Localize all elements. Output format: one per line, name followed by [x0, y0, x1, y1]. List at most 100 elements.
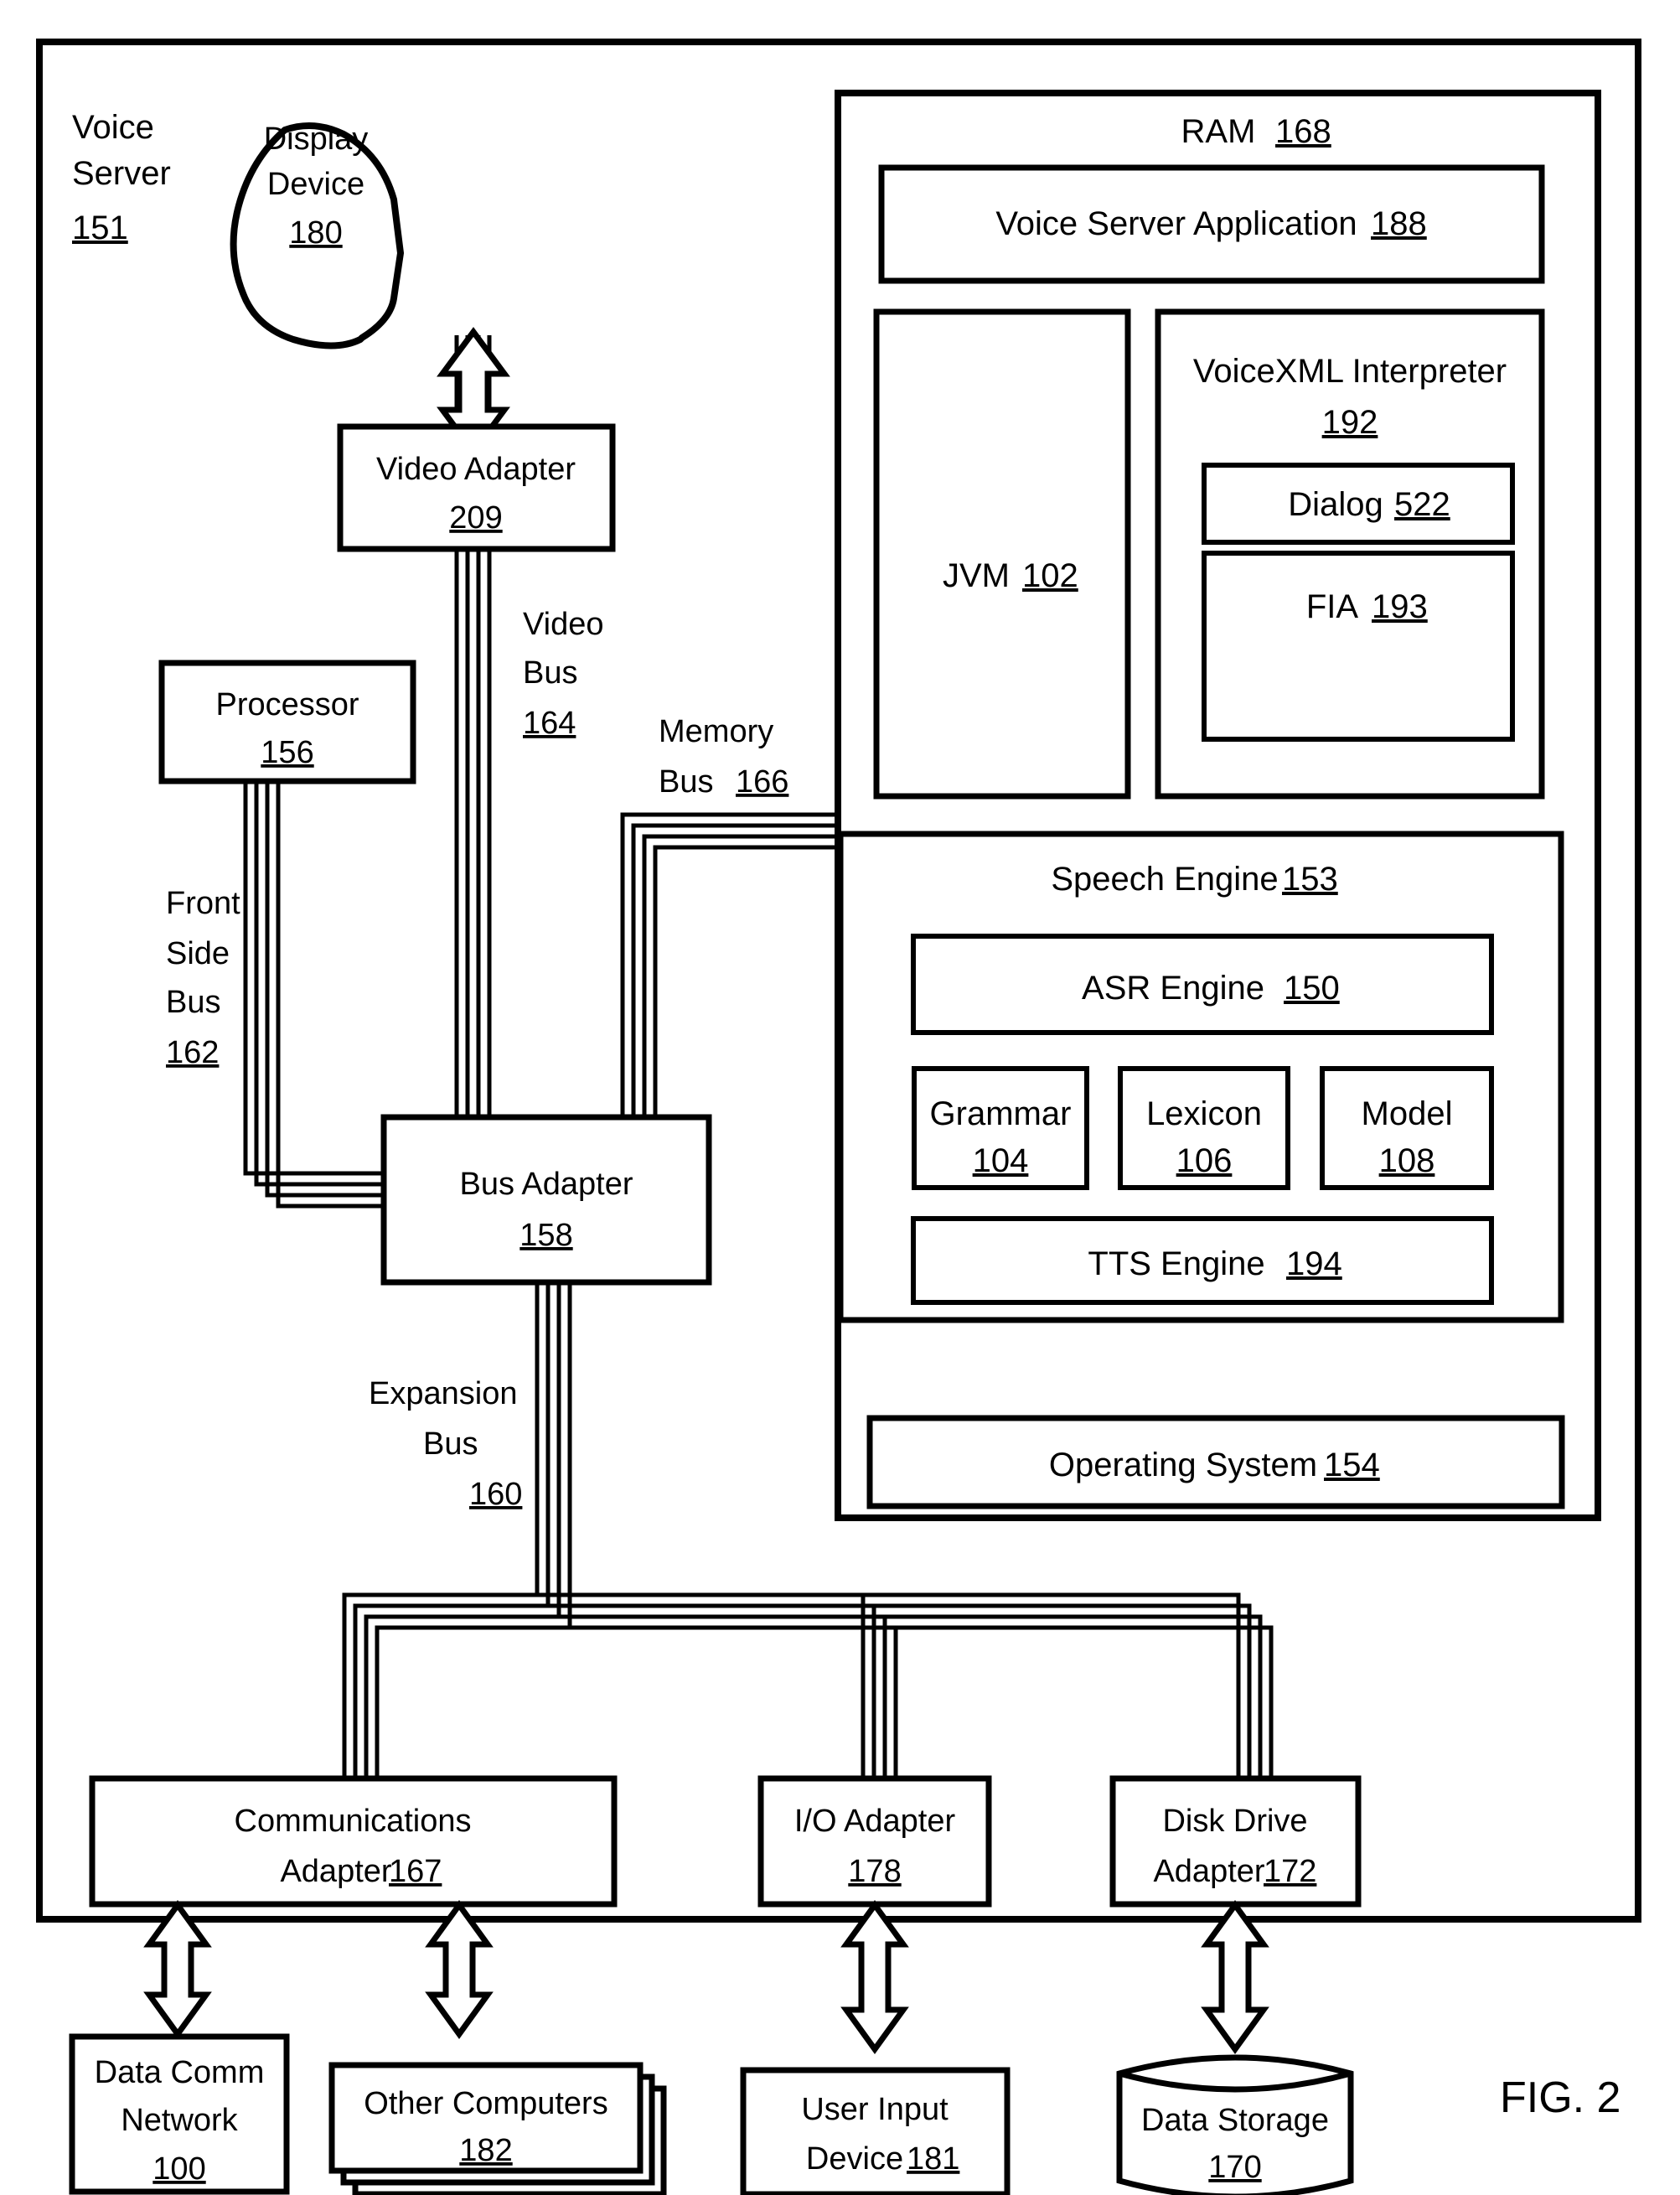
voice-server-application-box: Voice Server Application 188	[878, 164, 1545, 284]
communications-adapter-box: Communications Adapter 167	[89, 1775, 618, 1908]
lexicon-ref: 106	[1176, 1142, 1233, 1179]
tts-engine-ref: 194	[1286, 1245, 1342, 1282]
svg-text:Video: Video	[523, 607, 604, 642]
data-storage-label: Data Storage	[1141, 2103, 1329, 2138]
processor-ref: 156	[261, 735, 313, 770]
grammar-box: Grammar 104	[912, 1066, 1089, 1190]
other-computers-ref: 182	[459, 2133, 512, 2168]
io-adapter-label: I/O Adapter	[794, 1804, 956, 1839]
disk-drive-adapter-ref: 172	[1264, 1854, 1316, 1889]
comm-adapter-to-network-arrow	[143, 1900, 212, 2039]
bus-adapter-label: Bus Adapter	[459, 1167, 633, 1202]
video-adapter-box: Video Adapter 209	[337, 423, 616, 552]
tts-engine-box: TTS Engine 194	[911, 1216, 1494, 1305]
figure-2-voice-server-block-diagram: Voice Server 151 Display Device 180 Vide…	[36, 39, 1641, 2195]
video-adapter-ref: 209	[449, 500, 502, 536]
comm-adapter-to-other-computers-arrow	[425, 1900, 494, 2039]
dialog-label: Dialog	[1288, 486, 1383, 523]
tts-engine-label: TTS Engine	[1088, 1245, 1264, 1282]
video-adapter-label: Video Adapter	[376, 452, 576, 487]
user-input-device-label-line2: Device	[806, 2141, 903, 2177]
display-device: Display Device 180	[230, 122, 405, 349]
svg-text:Memory: Memory	[659, 714, 773, 749]
data-comm-network-label-line2: Network	[121, 2103, 238, 2138]
operating-system-ref: 154	[1324, 1447, 1380, 1483]
operating-system-box: Operating System 154	[866, 1415, 1565, 1509]
display-device-ref: 180	[289, 215, 342, 251]
svg-text:Bus: Bus	[166, 985, 220, 1020]
user-input-device-box: User Input Device 181	[740, 2067, 1011, 2195]
voice-server-title: Voice Server 151	[72, 109, 171, 246]
communications-adapter-label-line1: Communications	[235, 1804, 472, 1839]
bus-adapter-box: Bus Adapter 158	[380, 1114, 712, 1286]
svg-text:164: 164	[523, 706, 576, 741]
fia-box: FIA 193	[1202, 551, 1515, 742]
voice-server-ref: 151	[72, 210, 128, 246]
voice-server-title-line1: Voice	[72, 109, 154, 146]
jvm-box: JVM 102	[873, 308, 1131, 800]
asr-engine-ref: 150	[1284, 970, 1340, 1007]
data-comm-network-ref: 100	[152, 2151, 205, 2187]
expansion-bus-label: Expansion Bus 160	[369, 1376, 522, 1512]
user-input-device-ref: 181	[907, 2141, 959, 2177]
user-input-device-label-line1: User Input	[801, 2092, 949, 2127]
lexicon-box: Lexicon 106	[1118, 1066, 1290, 1190]
jvm-ref: 102	[1022, 557, 1078, 594]
processor-box: Processor 156	[158, 660, 416, 784]
voicexml-interpreter-label: VoiceXML Interpreter	[1193, 353, 1507, 390]
grammar-label: Grammar	[930, 1095, 1072, 1132]
model-box: Model 108	[1320, 1066, 1494, 1190]
data-storage-ref: 170	[1208, 2150, 1261, 2185]
speech-engine-label: Speech Engine	[1051, 861, 1278, 898]
display-device-label-line1: Display	[264, 122, 369, 157]
figure-label: FIG. 2	[1500, 2073, 1621, 2122]
model-ref: 108	[1379, 1142, 1435, 1179]
model-label: Model	[1362, 1095, 1453, 1132]
communications-adapter-ref: 167	[389, 1854, 442, 1889]
other-computers-label: Other Computers	[364, 2086, 607, 2121]
disk-drive-adapter-box: Disk Drive Adapter 172	[1109, 1775, 1362, 1908]
data-comm-network-label-line1: Data Comm	[95, 2055, 265, 2090]
grammar-ref: 104	[973, 1142, 1029, 1179]
bus-adapter-ref: 158	[520, 1218, 572, 1253]
svg-text:166: 166	[736, 764, 788, 800]
voice-server-title-line2: Server	[72, 155, 171, 192]
voicexml-interpreter-box: VoiceXML Interpreter 192 Dialog 522 FIA …	[1155, 308, 1545, 800]
fia-label: FIA	[1306, 588, 1359, 625]
front-side-bus-label: Front Side Bus 162	[166, 886, 240, 1070]
ram-ref: 168	[1275, 113, 1331, 150]
disk-drive-adapter-label-line2: Adapter	[1153, 1854, 1264, 1889]
jvm-label: JVM	[943, 557, 1010, 594]
speech-engine-box: Speech Engine 153 ASR Engine 150 Grammar…	[837, 831, 1564, 1323]
dialog-box: Dialog 522	[1202, 463, 1515, 545]
svg-text:Front: Front	[166, 886, 240, 921]
voice-server-application-ref: 188	[1371, 205, 1427, 242]
voice-server-application-label: Voice Server Application	[995, 205, 1357, 242]
display-device-label-line2: Device	[267, 167, 364, 202]
asr-engine-label: ASR Engine	[1082, 970, 1264, 1007]
svg-text:Expansion: Expansion	[369, 1376, 517, 1411]
voicexml-interpreter-ref: 192	[1322, 404, 1378, 441]
fia-ref: 193	[1372, 588, 1428, 625]
asr-engine-box: ASR Engine 150	[911, 934, 1494, 1035]
data-comm-network-box: Data Comm Network 100	[69, 2033, 290, 2195]
communications-adapter-label-line2: Adapter	[280, 1854, 391, 1889]
io-adapter-box: I/O Adapter 178	[757, 1775, 992, 1908]
other-computers-stack: Other Computers 182	[328, 2062, 667, 2195]
disk-drive-adapter-label-line1: Disk Drive	[1162, 1804, 1307, 1839]
operating-system-label: Operating System	[1049, 1447, 1317, 1483]
memory-bus-label: Memory Bus 166	[659, 714, 788, 800]
speech-engine-ref: 153	[1282, 861, 1338, 898]
io-adapter-ref: 178	[848, 1854, 901, 1889]
dialog-ref: 522	[1394, 486, 1450, 523]
processor-label: Processor	[215, 687, 359, 722]
svg-text:Side: Side	[166, 936, 230, 971]
data-storage-cylinder: Data Storage 170	[1116, 2054, 1354, 2195]
ram-label: RAM	[1181, 113, 1256, 150]
svg-text:Bus: Bus	[659, 764, 713, 800]
video-bus-label: Video Bus 164	[523, 607, 604, 741]
disk-adapter-to-data-storage-arrow	[1201, 1900, 1269, 2054]
svg-text:Bus: Bus	[523, 655, 577, 691]
svg-text:Bus: Bus	[423, 1426, 478, 1462]
io-adapter-to-user-input-arrow	[840, 1900, 909, 2054]
